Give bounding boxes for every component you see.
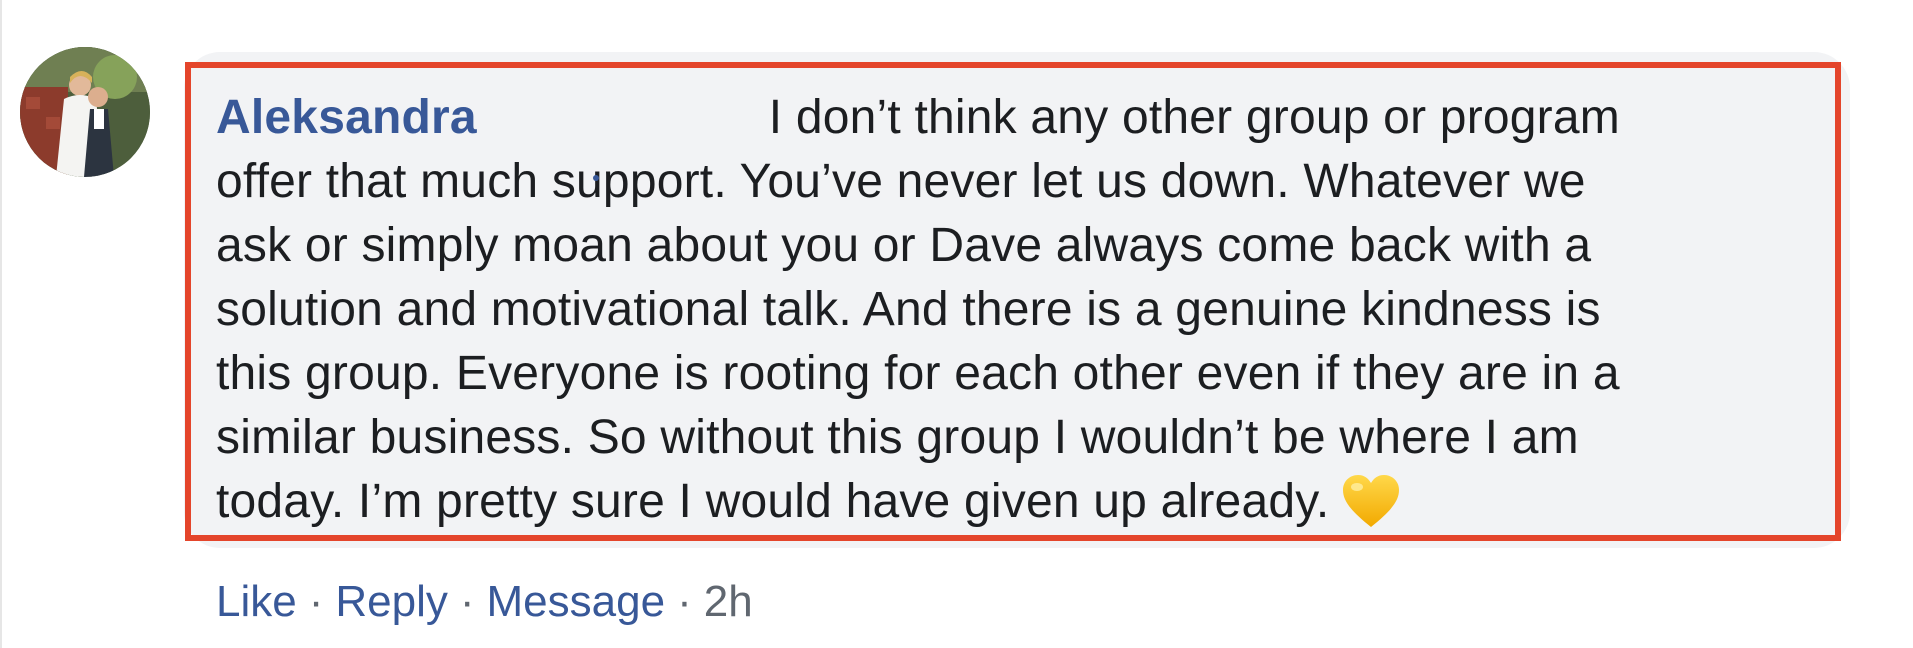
yellow-heart-icon bbox=[1341, 473, 1401, 546]
comment-body: Aleksandra I don’t think any other group … bbox=[216, 86, 1816, 546]
timestamp[interactable]: 2h bbox=[704, 577, 753, 626]
comment-actions: Like · Reply · Message · 2h bbox=[216, 570, 753, 634]
separator-dot: · bbox=[459, 577, 475, 626]
separator-dot: · bbox=[308, 577, 324, 626]
comment-line: Aleksandra I don’t think any other group … bbox=[216, 86, 1816, 181]
comment-line: today. I’m pretty sure I would have give… bbox=[216, 470, 1816, 546]
comment-item: Aleksandra I don’t think any other group … bbox=[0, 0, 1913, 648]
comment-line: solution and motivational talk. And ther… bbox=[216, 283, 1601, 336]
author-name-link[interactable]: Aleksandra bbox=[216, 91, 477, 144]
avatar[interactable] bbox=[20, 47, 150, 177]
thread-divider bbox=[0, 0, 2, 648]
separator-dot: · bbox=[677, 577, 692, 626]
comment-line: this group. Everyone is rooting for each… bbox=[216, 347, 1620, 400]
comment-line: ask or simply moan about you or Dave alw… bbox=[216, 219, 1592, 272]
comment-line: similar business. So without this group … bbox=[216, 411, 1579, 464]
message-link[interactable]: Message bbox=[487, 577, 666, 626]
comment-text-line: today. I’m pretty sure I would have give… bbox=[216, 475, 1330, 528]
comment-line: offer that much support. You’ve never le… bbox=[216, 155, 1586, 208]
reply-link[interactable]: Reply bbox=[335, 577, 448, 626]
avatar-photo bbox=[20, 47, 150, 177]
like-link[interactable]: Like bbox=[216, 577, 297, 626]
comment-text-line: I don’t think any other group or program bbox=[768, 91, 1620, 144]
